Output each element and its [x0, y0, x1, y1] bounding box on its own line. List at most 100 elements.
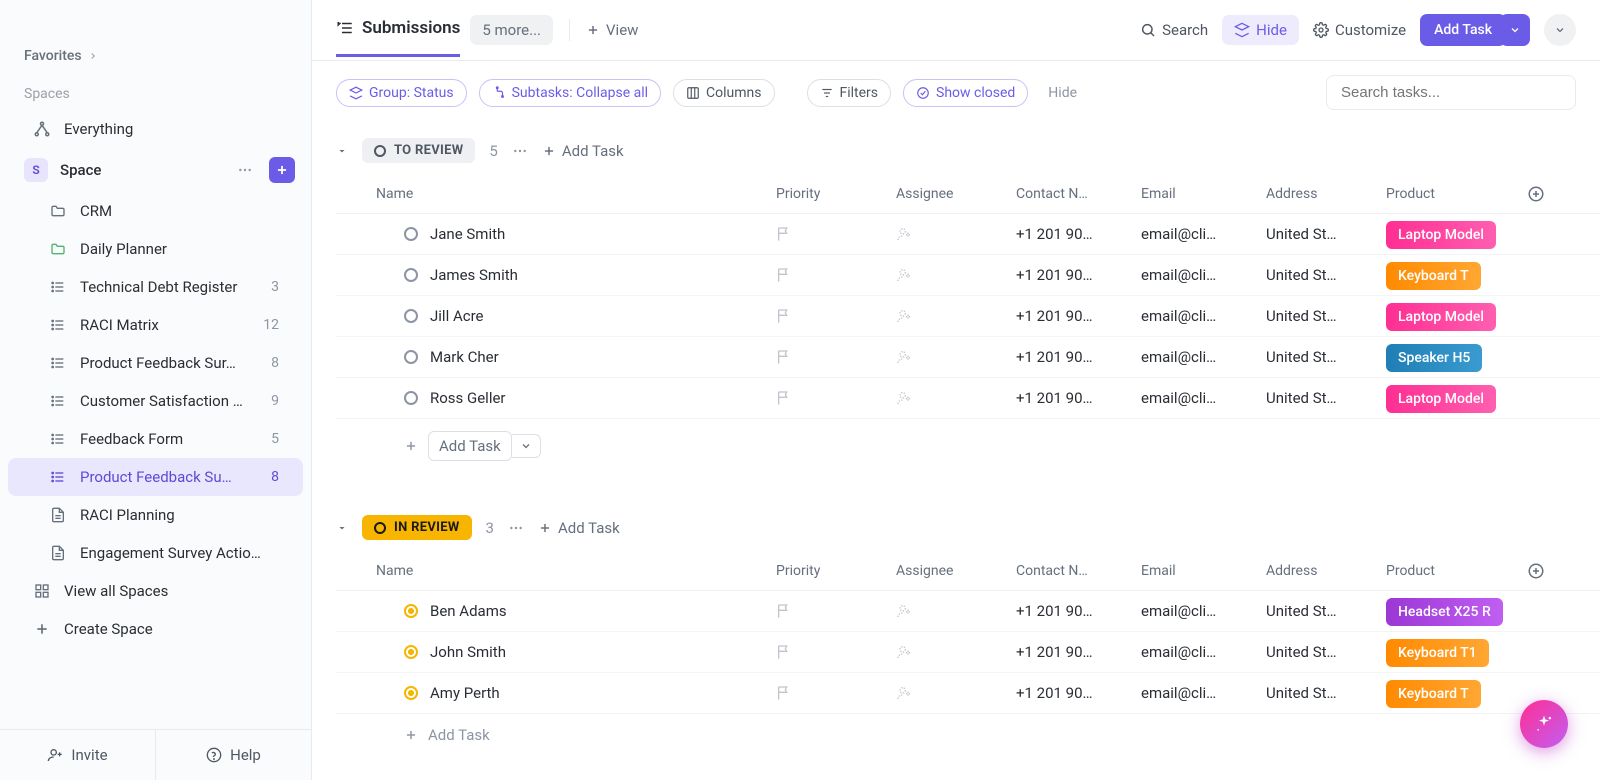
product-tag[interactable]: Keyboard T	[1386, 680, 1481, 708]
product-tag[interactable]: Keyboard T1	[1386, 639, 1489, 667]
address-cell[interactable]: United St…	[1266, 602, 1386, 620]
favorites-header[interactable]: Favorites	[0, 40, 311, 72]
col-product[interactable]: Product	[1386, 563, 1516, 579]
col-priority[interactable]: Priority	[776, 563, 896, 579]
invite-button[interactable]: Invite	[0, 730, 156, 780]
assignee-add-icon[interactable]	[896, 226, 1016, 242]
collapse-toggle[interactable]	[336, 145, 348, 157]
product-tag[interactable]: Laptop Model	[1386, 303, 1496, 331]
task-status-icon[interactable]	[404, 227, 418, 241]
address-cell[interactable]: United St…	[1266, 266, 1386, 284]
contact-cell[interactable]: +1 201 90…	[1016, 266, 1141, 284]
contact-cell[interactable]: +1 201 90…	[1016, 389, 1141, 407]
address-cell[interactable]: United St…	[1266, 684, 1386, 702]
ai-fab-button[interactable]	[1520, 700, 1568, 748]
priority-flag-icon[interactable]	[776, 267, 896, 283]
add-task-row[interactable]: Add Task	[336, 419, 1600, 473]
product-tag[interactable]: Headset X25 R	[1386, 598, 1503, 626]
col-name[interactable]: Name	[376, 563, 776, 579]
task-row[interactable]: Jane Smith +1 201 90… email@cli… United …	[336, 214, 1600, 255]
sidebar-item[interactable]: RACI Matrix 12	[8, 306, 303, 344]
email-cell[interactable]: email@cli…	[1141, 225, 1266, 243]
col-address[interactable]: Address	[1266, 186, 1386, 202]
col-assignee[interactable]: Assignee	[896, 563, 1016, 579]
col-address[interactable]: Address	[1266, 563, 1386, 579]
filters-chip[interactable]: Filters	[807, 79, 892, 107]
col-contact[interactable]: Contact N…	[1016, 563, 1141, 579]
contact-cell[interactable]: +1 201 90…	[1016, 602, 1141, 620]
task-row[interactable]: Jill Acre +1 201 90… email@cli… United S…	[336, 296, 1600, 337]
task-status-icon[interactable]	[404, 268, 418, 282]
assignee-add-icon[interactable]	[896, 308, 1016, 324]
customize-button[interactable]: Customize	[1313, 21, 1406, 39]
search-button[interactable]: Search	[1140, 21, 1208, 39]
priority-flag-icon[interactable]	[776, 685, 896, 701]
task-status-icon[interactable]	[404, 350, 418, 364]
email-cell[interactable]: email@cli…	[1141, 602, 1266, 620]
email-cell[interactable]: email@cli…	[1141, 643, 1266, 661]
add-view-button[interactable]: View	[586, 21, 638, 39]
email-cell[interactable]: email@cli…	[1141, 348, 1266, 366]
group-add-task-button[interactable]: Add Task	[542, 142, 624, 160]
product-tag[interactable]: Laptop Model	[1386, 385, 1496, 413]
columns-chip[interactable]: Columns	[673, 79, 774, 107]
sidebar-item[interactable]: Customer Satisfaction … 9	[8, 382, 303, 420]
sidebar-everything[interactable]: Everything	[8, 110, 303, 148]
priority-flag-icon[interactable]	[776, 308, 896, 324]
subtasks-chip[interactable]: Subtasks: Collapse all	[479, 79, 661, 107]
task-row[interactable]: Amy Perth +1 201 90… email@cli… United S…	[336, 673, 1600, 714]
priority-flag-icon[interactable]	[776, 226, 896, 242]
status-pill[interactable]: IN REVIEW	[362, 515, 472, 540]
assignee-add-icon[interactable]	[896, 603, 1016, 619]
sidebar-item[interactable]: CRM	[8, 192, 303, 230]
task-row[interactable]: Ben Adams +1 201 90… email@cli… United S…	[336, 591, 1600, 632]
col-assignee[interactable]: Assignee	[896, 186, 1016, 202]
sidebar-space-row[interactable]: S Space	[0, 148, 311, 192]
group-more-button[interactable]	[512, 143, 528, 159]
sidebar-item[interactable]: Feedback Form 5	[8, 420, 303, 458]
add-task-button[interactable]: Add Task	[1420, 14, 1506, 46]
email-cell[interactable]: email@cli…	[1141, 684, 1266, 702]
col-email[interactable]: Email	[1141, 563, 1266, 579]
assignee-add-icon[interactable]	[896, 267, 1016, 283]
priority-flag-icon[interactable]	[776, 390, 896, 406]
add-space-button[interactable]	[269, 157, 295, 183]
contact-cell[interactable]: +1 201 90…	[1016, 684, 1141, 702]
sidebar-item[interactable]: Product Feedback Su… 8	[8, 458, 303, 496]
sidebar-item[interactable]: RACI Planning	[8, 496, 303, 534]
col-contact[interactable]: Contact N…	[1016, 186, 1141, 202]
task-status-icon[interactable]	[404, 604, 418, 618]
add-task-row[interactable]: Add Task	[336, 714, 1600, 756]
add-task-dropdown[interactable]	[512, 434, 541, 458]
priority-flag-icon[interactable]	[776, 603, 896, 619]
email-cell[interactable]: email@cli…	[1141, 307, 1266, 325]
col-name[interactable]: Name	[376, 186, 776, 202]
sidebar-item[interactable]: Product Feedback Sur… 8	[8, 344, 303, 382]
assignee-add-icon[interactable]	[896, 685, 1016, 701]
group-chip[interactable]: Group: Status	[336, 79, 467, 107]
view-all-spaces[interactable]: View all Spaces	[8, 572, 303, 610]
hide-link[interactable]: Hide	[1048, 85, 1077, 101]
show-closed-chip[interactable]: Show closed	[903, 79, 1028, 107]
task-row[interactable]: Mark Cher +1 201 90… email@cli… United S…	[336, 337, 1600, 378]
add-column-button[interactable]	[1516, 185, 1556, 203]
hide-button[interactable]: Hide	[1222, 15, 1299, 45]
col-email[interactable]: Email	[1141, 186, 1266, 202]
contact-cell[interactable]: +1 201 90…	[1016, 348, 1141, 366]
task-row[interactable]: James Smith +1 201 90… email@cli… United…	[336, 255, 1600, 296]
col-priority[interactable]: Priority	[776, 186, 896, 202]
more-icon[interactable]	[233, 158, 257, 182]
search-tasks-input[interactable]	[1326, 75, 1576, 110]
assignee-add-icon[interactable]	[896, 644, 1016, 660]
address-cell[interactable]: United St…	[1266, 389, 1386, 407]
task-status-icon[interactable]	[404, 686, 418, 700]
group-add-task-button[interactable]: Add Task	[538, 519, 620, 537]
sidebar-item[interactable]: Engagement Survey Actio…	[8, 534, 303, 572]
task-status-icon[interactable]	[404, 645, 418, 659]
overflow-button[interactable]	[1544, 14, 1576, 46]
task-status-icon[interactable]	[404, 391, 418, 405]
help-button[interactable]: Help	[156, 730, 311, 780]
group-more-button[interactable]	[508, 520, 524, 536]
product-tag[interactable]: Laptop Model	[1386, 221, 1496, 249]
more-views-pill[interactable]: 5 more...	[470, 15, 553, 45]
